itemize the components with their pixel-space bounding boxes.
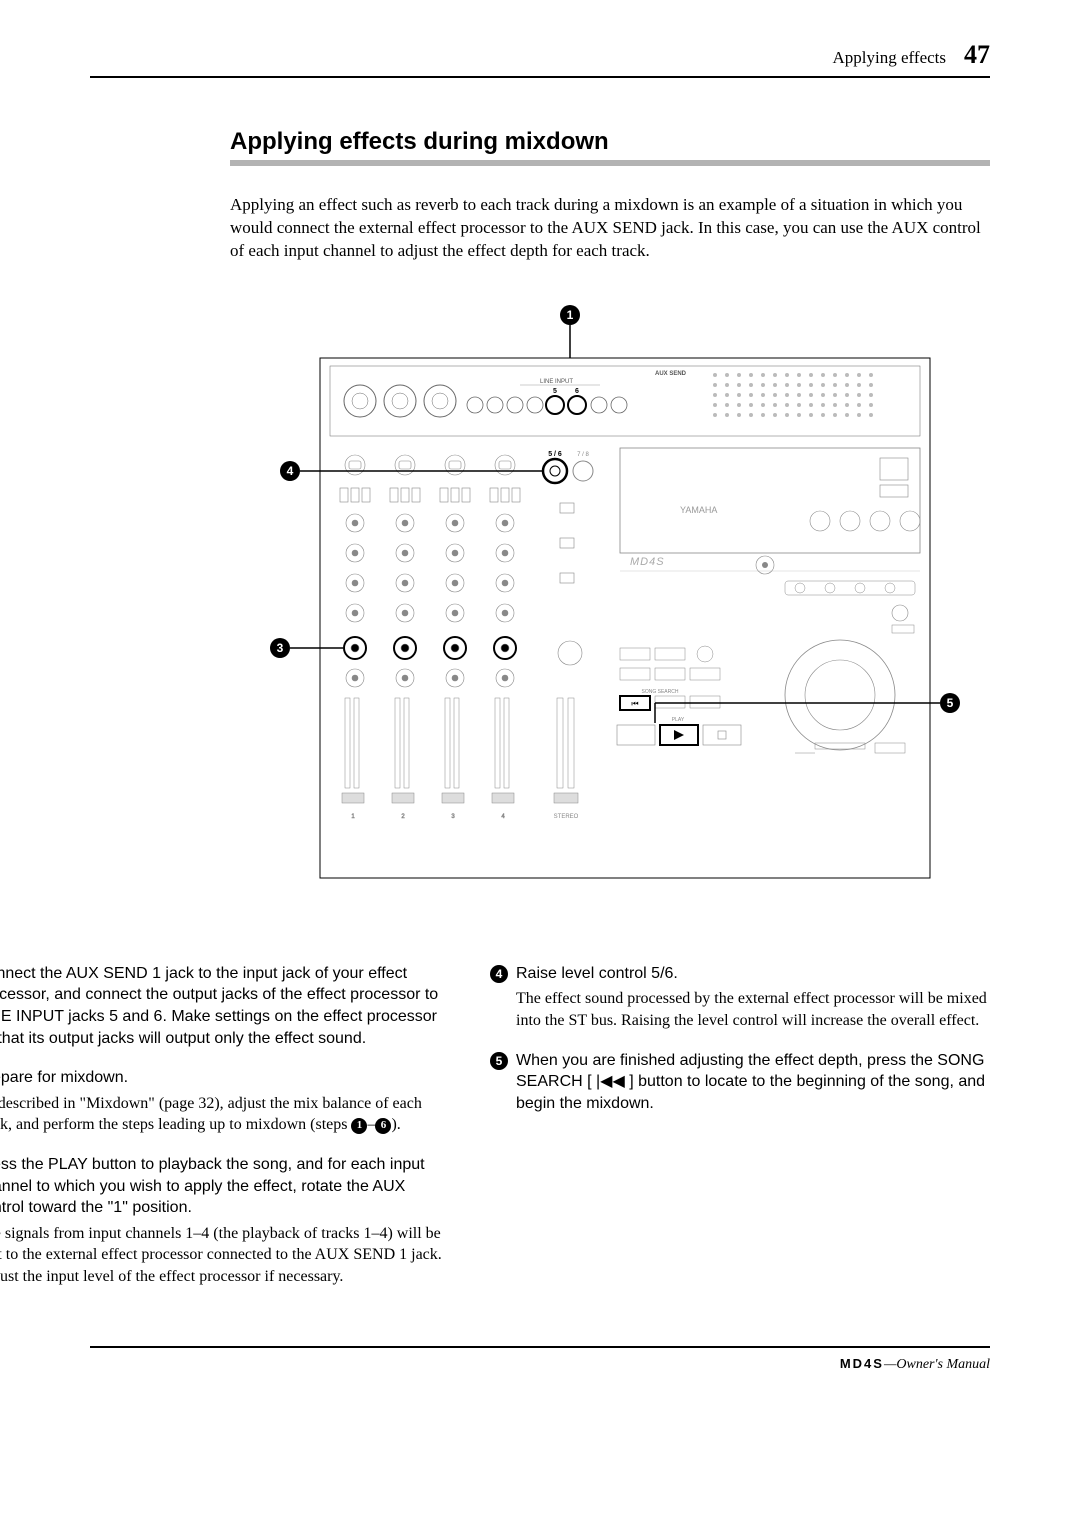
svg-text:6: 6	[575, 388, 579, 395]
step-heading-text: Prepare for mixdown.	[0, 1067, 128, 1089]
svg-text:4: 4	[501, 814, 505, 820]
step-heading-text: Connect the AUX SEND 1 jack to the input…	[0, 963, 450, 1049]
right-column: 4 Raise level control 5/6. The effect so…	[490, 963, 990, 1306]
svg-text:LINE INPUT: LINE INPUT	[540, 379, 573, 385]
svg-text:PLAY: PLAY	[672, 717, 685, 723]
step-heading-text: Press the PLAY button to playback the so…	[0, 1154, 450, 1219]
svg-text:4: 4	[287, 464, 294, 478]
svg-text:AUX SEND: AUX SEND	[655, 371, 687, 377]
svg-text:STEREO: STEREO	[554, 814, 579, 820]
intro-paragraph: Applying an effect such as reverb to eac…	[230, 194, 990, 263]
page-header: Applying effects 47	[90, 40, 990, 78]
step-body: The effect sound processed by the extern…	[516, 988, 990, 1031]
step-3: 3 Press the PLAY button to playback the …	[0, 1154, 450, 1288]
left-column: 1 Connect the AUX SEND 1 jack to the inp…	[0, 963, 450, 1306]
footer-model: MD4S	[840, 1356, 884, 1371]
step-5: 5 When you are finished adjusting the ef…	[490, 1050, 990, 1115]
svg-text:7 / 8: 7 / 8	[577, 452, 589, 458]
step-body: As described in "Mixdown" (page 32), adj…	[0, 1093, 450, 1136]
svg-text:MD4S: MD4S	[630, 556, 665, 568]
svg-text:3: 3	[277, 641, 284, 655]
svg-text:2: 2	[401, 814, 405, 820]
svg-text:1: 1	[567, 308, 574, 322]
svg-text:⏮: ⏮	[631, 699, 638, 708]
svg-text:5 / 6: 5 / 6	[548, 451, 562, 458]
header-chapter: Applying effects	[833, 48, 946, 68]
svg-text:YAMAHA: YAMAHA	[680, 505, 717, 515]
inline-step-icon: 6	[375, 1118, 391, 1134]
step-2: 2 Prepare for mixdown. As described in "…	[0, 1067, 450, 1136]
svg-text:1: 1	[351, 814, 355, 820]
svg-text:3: 3	[451, 814, 455, 820]
step-heading-text: Raise level control 5/6.	[516, 963, 678, 985]
inline-step-icon: 1	[351, 1118, 367, 1134]
section-title: Applying effects during mixdown	[230, 128, 990, 166]
page-footer: MD4S—Owner's Manual	[90, 1346, 990, 1373]
header-page-number: 47	[964, 40, 990, 70]
svg-text:5: 5	[553, 388, 557, 395]
step-number-icon: 4	[490, 965, 508, 983]
mixer-diagram: 1 LINE INPUT 5 6	[260, 303, 960, 903]
svg-text:5: 5	[947, 696, 954, 710]
svg-text:SONG SEARCH: SONG SEARCH	[642, 689, 679, 695]
step-number-icon: 5	[490, 1052, 508, 1070]
step-heading-text: When you are finished adjusting the effe…	[516, 1050, 990, 1115]
steps-columns: 1 Connect the AUX SEND 1 jack to the inp…	[0, 963, 990, 1306]
step-1: 1 Connect the AUX SEND 1 jack to the inp…	[0, 963, 450, 1049]
step-body: The signals from input channels 1–4 (the…	[0, 1223, 450, 1288]
step-4: 4 Raise level control 5/6. The effect so…	[490, 963, 990, 1032]
footer-text: —Owner's Manual	[884, 1357, 990, 1372]
